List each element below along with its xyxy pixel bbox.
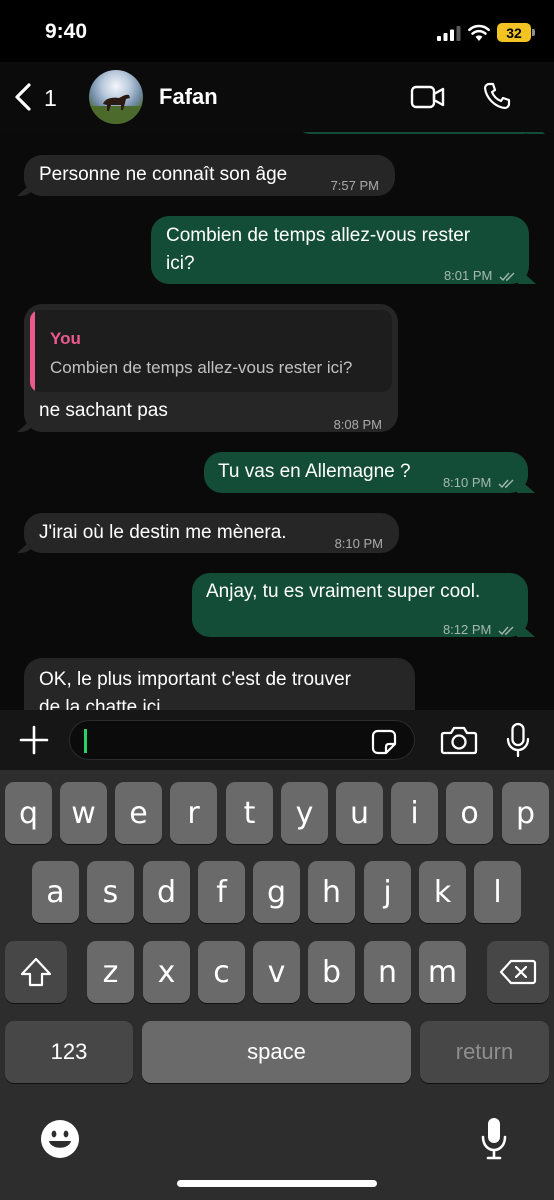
delete-icon: [499, 959, 537, 985]
message-time: 8:08 PM: [333, 417, 382, 432]
key-b[interactable]: b: [308, 941, 355, 1003]
double-check-icon: [498, 479, 514, 488]
message-bubble[interactable]: You Combien de temps allez-vous rester i…: [24, 304, 398, 432]
key-g[interactable]: g: [253, 861, 300, 923]
camera-icon[interactable]: [440, 724, 478, 756]
key-m[interactable]: m: [419, 941, 466, 1003]
message-time: 8:01 PM: [443, 268, 493, 283]
delete-key[interactable]: [487, 941, 549, 1003]
shift-key[interactable]: [5, 941, 67, 1003]
horse-icon: [89, 94, 143, 124]
wifi-icon: [468, 24, 490, 41]
return-key[interactable]: return: [420, 1021, 549, 1083]
key-v[interactable]: v: [253, 941, 300, 1003]
chat-header: 1 Fafan: [0, 62, 554, 132]
key-r[interactable]: r: [170, 782, 217, 844]
key-j[interactable]: j: [364, 861, 411, 923]
message-text-line: OK, le plus important c'est de trouver: [39, 669, 351, 690]
emoji-icon[interactable]: [40, 1119, 80, 1159]
message-status: 8:01 PM: [444, 262, 517, 290]
message-bubble[interactable]: J'irai où le destin me mènera. 8:10 PM: [24, 513, 399, 553]
microphone-icon[interactable]: [480, 1117, 508, 1161]
key-f[interactable]: f: [198, 861, 245, 923]
message-text: Personne ne connaît son âge: [39, 164, 288, 185]
key-u[interactable]: u: [336, 782, 383, 844]
key-o[interactable]: o: [446, 782, 493, 844]
shift-icon: [20, 957, 52, 987]
status-time: 9:40: [45, 20, 88, 43]
key-y[interactable]: y: [281, 782, 328, 844]
message-bubble[interactable]: Anjay, tu es vraiment super cool. 8:12 P…: [192, 573, 528, 637]
home-indicator[interactable]: [177, 1180, 377, 1187]
message-list[interactable]: Personne ne connaît son âge 7:57 PM Comb…: [0, 132, 554, 710]
contact-name[interactable]: Fafan: [159, 84, 218, 110]
key-t[interactable]: t: [226, 782, 273, 844]
composer-bar: [0, 710, 554, 770]
message-status: 8:10 PM: [443, 469, 516, 497]
key-w[interactable]: w: [60, 782, 107, 844]
message-bubble[interactable]: Personne ne connaît son âge 7:57 PM: [24, 155, 395, 196]
message-bubble[interactable]: Tu vas en Allemagne ? 8:10 PM: [204, 452, 528, 493]
quote-text: Combien de temps allez-vous rester ici?: [50, 358, 353, 377]
message-bubble[interactable]: OK, le plus important c'est de trouver d…: [24, 658, 415, 710]
message-time: 8:10 PM: [442, 475, 492, 490]
battery-indicator: 32: [497, 23, 531, 42]
text-caret: [84, 729, 87, 753]
key-s[interactable]: s: [87, 861, 134, 923]
key-q[interactable]: q: [5, 782, 52, 844]
quoted-message[interactable]: You Combien de temps allez-vous rester i…: [30, 310, 392, 392]
message-input[interactable]: [69, 720, 415, 760]
phone-icon[interactable]: [482, 81, 512, 111]
unread-count[interactable]: 1: [44, 85, 57, 112]
key-d[interactable]: d: [143, 861, 190, 923]
avatar[interactable]: [89, 70, 143, 124]
key-e[interactable]: e: [115, 782, 162, 844]
plus-icon[interactable]: [18, 724, 50, 756]
key-c[interactable]: c: [198, 941, 245, 1003]
quote-accent-bar: [30, 310, 35, 392]
message-text-line: de la chatte ici: [39, 697, 161, 710]
video-camera-icon[interactable]: [410, 84, 446, 110]
key-n[interactable]: n: [364, 941, 411, 1003]
message-text: ne sachant pas: [39, 400, 168, 421]
message-text-line: ici?: [166, 253, 195, 274]
quote-author: You: [50, 329, 81, 348]
message-text-line: Combien de temps allez-vous rester: [166, 225, 471, 246]
message-time: 8:12 PM: [442, 622, 492, 637]
battery-cap: [532, 29, 535, 36]
numbers-key[interactable]: 123: [5, 1021, 133, 1083]
message-time: 7:57 PM: [330, 178, 379, 193]
double-check-icon: [499, 272, 515, 281]
key-a[interactable]: a: [32, 861, 79, 923]
signal-icon: [437, 26, 461, 41]
double-check-icon: [498, 626, 514, 635]
message-text: Tu vas en Allemagne ?: [218, 461, 411, 482]
microphone-icon[interactable]: [505, 722, 531, 758]
chevron-left-icon[interactable]: [12, 82, 36, 112]
status-bar: 9:40 32: [0, 0, 554, 62]
keyboard: q w e r t y u i o p a s d f g h j k l z …: [0, 770, 554, 1200]
message-bubble[interactable]: Combien de temps allez-vous rester ici? …: [151, 216, 529, 284]
message-text: J'irai où le destin me mènera.: [39, 522, 287, 543]
key-p[interactable]: p: [502, 782, 549, 844]
message-text: Anjay, tu es vraiment super cool.: [206, 581, 481, 602]
key-x[interactable]: x: [143, 941, 190, 1003]
key-h[interactable]: h: [308, 861, 355, 923]
sticker-icon[interactable]: [370, 728, 398, 756]
key-i[interactable]: i: [391, 782, 438, 844]
message-bubble-partial[interactable]: [296, 132, 538, 134]
key-l[interactable]: l: [474, 861, 521, 923]
space-key[interactable]: space: [142, 1021, 411, 1083]
message-status: 8:12 PM: [443, 616, 516, 644]
key-z[interactable]: z: [87, 941, 134, 1003]
message-time: 8:10 PM: [334, 536, 383, 551]
key-k[interactable]: k: [419, 861, 466, 923]
